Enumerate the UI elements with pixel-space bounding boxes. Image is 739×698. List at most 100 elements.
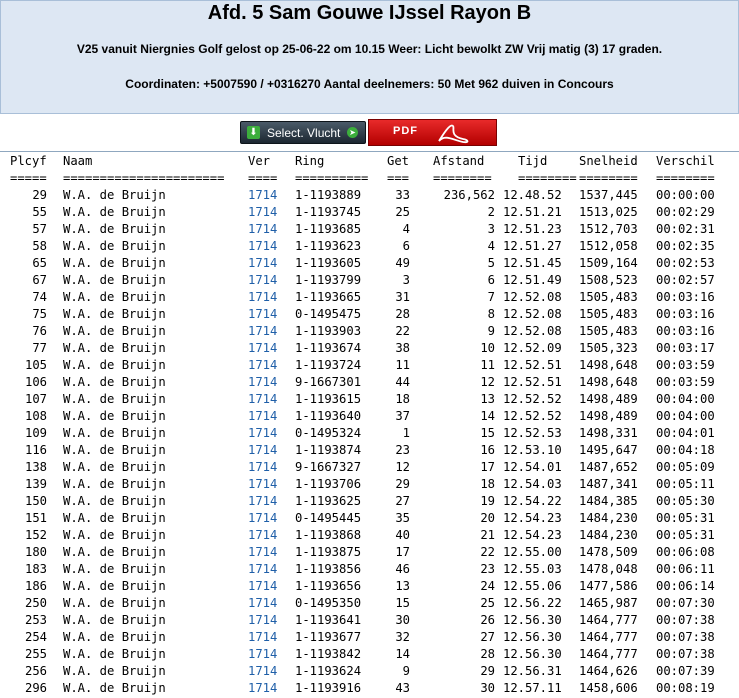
cell-ver[interactable]: 1714	[248, 188, 277, 202]
cell-tijd: 12.52.08	[503, 324, 562, 338]
table-row: 107 W.A. de Bruijn 1714 1-1193615 18 13 12.52.…	[0, 392, 739, 409]
cell-get: 9	[402, 664, 410, 678]
cell-afstand: 15	[480, 426, 495, 440]
cell-tijd: 12.52.52	[503, 392, 562, 406]
cell-tijd: 12.52.53	[503, 426, 562, 440]
cell-verschil: 00:05:31	[656, 528, 715, 542]
cell-snelheid: 1478,509	[579, 545, 638, 559]
cell-naam: W.A. de Bruijn	[63, 426, 166, 440]
table-row: 186 W.A. de Bruijn 1714 1-1193656 13 24 12.55.…	[0, 579, 739, 596]
cell-ver[interactable]: 1714	[248, 358, 277, 372]
cell-verschil: 00:02:29	[656, 205, 715, 219]
cell-plcyf: 186	[24, 579, 47, 593]
cell-ver[interactable]: 1714	[248, 528, 277, 542]
cell-ver[interactable]: 1714	[248, 596, 277, 610]
cell-ver[interactable]: 1714	[248, 392, 277, 406]
header-verschil: Verschil	[656, 154, 715, 168]
cell-ver[interactable]: 1714	[248, 222, 277, 236]
cell-verschil: 00:04:18	[656, 443, 715, 457]
cell-plcyf: 109	[24, 426, 47, 440]
select-flight-label: Select. Vlucht	[267, 126, 341, 140]
results-table: Plcyf Naam Ver Ring Get Afstand Tijd Sne…	[0, 154, 739, 698]
cell-ver[interactable]: 1714	[248, 579, 277, 593]
cell-plcyf: 255	[24, 647, 47, 661]
cell-naam: W.A. de Bruijn	[63, 562, 166, 576]
cell-ver[interactable]: 1714	[248, 341, 277, 355]
cell-tijd: 12.54.23	[503, 528, 562, 542]
cell-ver[interactable]: 1714	[248, 511, 277, 525]
cell-afstand: 236,562	[443, 188, 495, 202]
cell-ver[interactable]: 1714	[248, 375, 277, 389]
cell-ver[interactable]: 1714	[248, 681, 277, 695]
cell-ver[interactable]: 1714	[248, 307, 277, 321]
cell-verschil: 00:03:16	[656, 290, 715, 304]
cell-tijd: 12.51.21	[503, 205, 562, 219]
cell-afstand: 28	[480, 647, 495, 661]
pdf-button[interactable]: PDF	[368, 119, 497, 146]
cell-ring: 1-1193605	[295, 256, 362, 270]
cell-verschil: 00:04:01	[656, 426, 715, 440]
cell-ver[interactable]: 1714	[248, 426, 277, 440]
cell-ver[interactable]: 1714	[248, 409, 277, 423]
cell-ver[interactable]: 1714	[248, 613, 277, 627]
cell-snelheid: 1505,483	[579, 307, 638, 321]
cell-ver[interactable]: 1714	[248, 647, 277, 661]
cell-ver[interactable]: 1714	[248, 239, 277, 253]
cell-ver[interactable]: 1714	[248, 494, 277, 508]
table-underline-row: ===== ====================== ==== ======…	[0, 171, 739, 188]
cell-naam: W.A. de Bruijn	[63, 358, 166, 372]
cell-ver[interactable]: 1714	[248, 205, 277, 219]
cell-get: 43	[395, 681, 410, 695]
cell-snelheid: 1495,647	[579, 443, 638, 457]
cell-snelheid: 1477,586	[579, 579, 638, 593]
cell-plcyf: 58	[32, 239, 47, 253]
table-row: 67 W.A. de Bruijn 1714 1-1193799 3 6 12.51.49 1…	[0, 273, 739, 290]
download-icon: ⬇	[247, 126, 260, 139]
cell-plcyf: 180	[24, 545, 47, 559]
cell-tijd: 12.55.06	[503, 579, 562, 593]
table-row: 108 W.A. de Bruijn 1714 1-1193640 37 14 12.52.…	[0, 409, 739, 426]
header-plcyf: Plcyf	[10, 154, 47, 168]
cell-snelheid: 1509,164	[579, 256, 638, 270]
cell-ver[interactable]: 1714	[248, 630, 277, 644]
underline-tijd: ========	[518, 171, 577, 185]
cell-snelheid: 1478,048	[579, 562, 638, 576]
cell-snelheid: 1498,331	[579, 426, 638, 440]
cell-ring: 1-1193625	[295, 494, 362, 508]
cell-verschil: 00:03:59	[656, 375, 715, 389]
cell-afstand: 30	[480, 681, 495, 695]
cell-ver[interactable]: 1714	[248, 273, 277, 287]
select-flight-button[interactable]: ⬇ Select. Vlucht ➤	[240, 121, 366, 144]
cell-ver[interactable]: 1714	[248, 562, 277, 576]
cell-ver[interactable]: 1714	[248, 324, 277, 338]
table-row: 150 W.A. de Bruijn 1714 1-1193625 27 19 12.54.…	[0, 494, 739, 511]
cell-afstand: 9	[487, 324, 495, 338]
cell-ver[interactable]: 1714	[248, 664, 277, 678]
table-row: 58 W.A. de Bruijn 1714 1-1193623 6 4 12.51.27 1…	[0, 239, 739, 256]
underline-ring: ==========	[295, 171, 369, 185]
cell-get: 17	[395, 545, 410, 559]
cell-tijd: 12.52.08	[503, 307, 562, 321]
table-row: 138 W.A. de Bruijn 1714 9-1667327 12 17 12.54.…	[0, 460, 739, 477]
cell-ver[interactable]: 1714	[248, 290, 277, 304]
cell-afstand: 8	[487, 307, 495, 321]
cell-verschil: 00:05:31	[656, 511, 715, 525]
table-body: 29 W.A. de Bruijn 1714 1-1193889 33 236,562 12…	[0, 188, 739, 698]
cell-naam: W.A. de Bruijn	[63, 477, 166, 491]
cell-tijd: 12.55.00	[503, 545, 562, 559]
table-row: 106 W.A. de Bruijn 1714 9-1667301 44 12 12.52.…	[0, 375, 739, 392]
cell-get: 14	[395, 647, 410, 661]
cell-tijd: 12.56.31	[503, 664, 562, 678]
cell-ver[interactable]: 1714	[248, 545, 277, 559]
cell-ver[interactable]: 1714	[248, 477, 277, 491]
cell-ver[interactable]: 1714	[248, 460, 277, 474]
table-row: 116 W.A. de Bruijn 1714 1-1193874 23 16 12.53.…	[0, 443, 739, 460]
cell-get: 22	[395, 324, 410, 338]
cell-tijd: 12.51.23	[503, 222, 562, 236]
cell-verschil: 00:05:11	[656, 477, 715, 491]
cell-ver[interactable]: 1714	[248, 443, 277, 457]
cell-snelheid: 1498,648	[579, 358, 638, 372]
cell-tijd: 12.51.27	[503, 239, 562, 253]
cell-ver[interactable]: 1714	[248, 256, 277, 270]
cell-plcyf: 151	[24, 511, 47, 525]
